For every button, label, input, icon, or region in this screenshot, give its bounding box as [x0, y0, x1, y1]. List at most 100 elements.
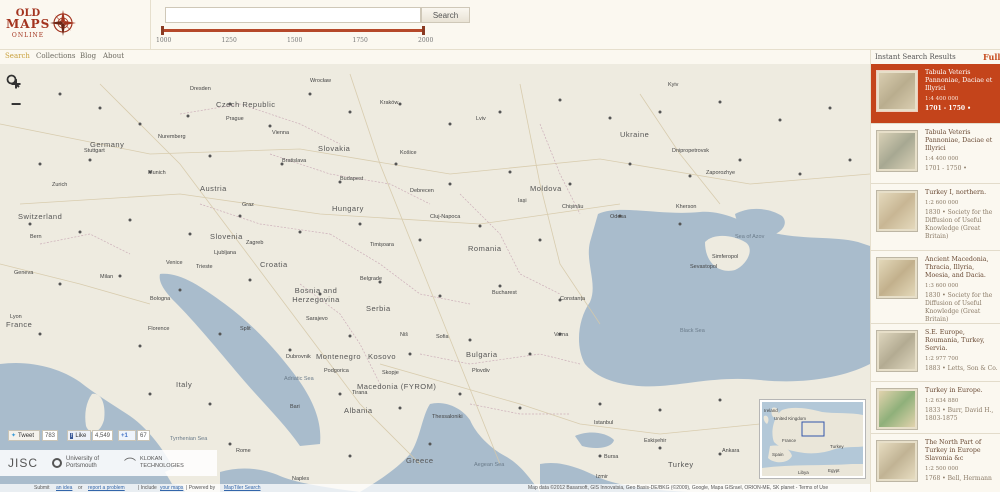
main-nav: Search Collections Blog About — [0, 50, 870, 64]
result-title[interactable]: Turkey I, northern. — [925, 189, 999, 197]
sea-label: Sea of Azov — [735, 234, 765, 240]
header-divider — [150, 0, 151, 50]
portsmouth-logo[interactable]: University of Portsmouth — [66, 456, 114, 470]
report-problem-link[interactable]: report a problem — [88, 485, 125, 491]
city-label: Podgorica — [324, 368, 349, 374]
city-label: Tirana — [352, 390, 368, 396]
partner-logos: JISC University of Portsmouth ⌒ KLOKAN T… — [0, 450, 217, 476]
search-input[interactable] — [165, 7, 421, 23]
like-button[interactable]: f Like — [67, 430, 91, 441]
result-thumbnail[interactable] — [876, 440, 918, 482]
submit-text: Submit — [34, 485, 50, 491]
result-thumbnail[interactable] — [876, 330, 918, 372]
your-maps-link[interactable]: your maps — [160, 485, 183, 491]
city-label: Split — [240, 326, 251, 332]
results-sidebar: Instant Search Results Fullte Tabula Vet… — [870, 50, 1000, 492]
city-label: Lviv — [476, 116, 486, 122]
city-label: Varna — [554, 332, 569, 338]
sea-label: Aegean Sea — [474, 462, 505, 468]
nav-collections[interactable]: Collections — [36, 52, 75, 60]
result-title[interactable]: Turkey in Europe. — [925, 387, 999, 395]
nav-about[interactable]: About — [103, 52, 124, 60]
klokan-logo[interactable]: KLOKAN TECHNOLOGIES — [140, 456, 184, 470]
city-label: Dresden — [190, 86, 211, 92]
city-label: Izmir — [596, 474, 608, 480]
nav-search[interactable]: Search — [5, 52, 30, 60]
fulltext-search-link[interactable]: Fullte — [983, 52, 1000, 62]
magnifier-icon — [6, 74, 20, 88]
result-title[interactable]: Tabula Veteris Pannoniae, Daciae et Illy… — [925, 69, 999, 93]
maptiler-link[interactable]: MapTiler Search — [224, 485, 261, 491]
result-item[interactable]: Tabula Veteris Pannoniae, Daciae et Illy… — [871, 64, 1000, 124]
timeline-tick-label: 1250 — [221, 37, 237, 44]
country-label: Serbia — [366, 304, 391, 313]
city-label: Bern — [30, 234, 42, 240]
city-label: Constanța — [560, 296, 586, 302]
facebook-icon: f — [70, 432, 74, 439]
city-label: Odesa — [610, 214, 627, 220]
compass-rose-icon — [50, 10, 76, 36]
timeline-selected-range — [162, 29, 424, 32]
submit-idea-link[interactable]: an idea — [56, 485, 72, 491]
city-label: Kherson — [676, 204, 697, 210]
result-item[interactable]: Tabula Veteris Pannoniae, Daciae et Illy… — [871, 124, 1000, 184]
city-label: Eskișehir — [644, 438, 667, 444]
map-thumbnail-icon — [879, 391, 915, 427]
result-thumbnail[interactable] — [876, 257, 918, 299]
result-item[interactable]: S.E. Europe, Roumania, Turkey, Servia. 1:… — [871, 324, 1000, 382]
result-thumbnail[interactable] — [876, 130, 918, 172]
plus-one-count: 67 — [137, 430, 150, 441]
search-button[interactable]: Search — [421, 7, 470, 23]
result-title[interactable]: Tabula Veteris Pannoniae, Daciae et Illy… — [925, 129, 999, 153]
overview-minimap[interactable]: Ireland United Kingdom France Spain Turk… — [759, 399, 866, 479]
city-label: Zagreb — [246, 240, 264, 246]
city-label: Florence — [148, 326, 170, 332]
result-item[interactable]: Turkey I, northern. 1:2 600 000 1830 • Soc… — [871, 184, 1000, 251]
minimap-label: Libya — [798, 470, 809, 475]
timeline-end-handle[interactable] — [422, 26, 425, 35]
timeline-tick-label: 2000 — [418, 37, 434, 44]
nav-blog[interactable]: Blog — [80, 52, 96, 60]
map-canvas[interactable]: Czech Republic Slovakia Ukraine Moldova … — [0, 64, 870, 492]
country-label: Hungary — [332, 204, 364, 213]
result-meta: 1830 • Society for the Diffusion of Usef… — [925, 292, 993, 323]
country-label: Turkey — [668, 460, 694, 469]
country-label: Switzerland — [18, 212, 63, 221]
city-label: Naples — [292, 476, 310, 482]
result-item[interactable]: The North Part of Turkey in Europe Slavo… — [871, 434, 1000, 492]
city-label: Graz — [242, 202, 254, 208]
result-scale: 1:2 977 700 — [925, 356, 959, 362]
city-label: Kyiv — [668, 82, 679, 88]
map-thumbnail-icon — [879, 260, 915, 296]
jisc-logo[interactable]: JISC — [8, 456, 38, 470]
city-label: Košice — [400, 150, 417, 156]
city-label: Milan — [100, 274, 114, 280]
old-maps-online-app: OLD MAPS ONLINE Search 1000 1250 1500 17… — [0, 0, 1000, 492]
country-label: Bulgaria — [466, 350, 498, 359]
result-title[interactable]: The North Part of Turkey in Europe Slavo… — [925, 439, 999, 463]
plus-one-button[interactable]: +1 — [118, 430, 136, 441]
result-item[interactable]: Ancient Macedonia, Thracia, Illyria, Moe… — [871, 251, 1000, 324]
result-scale: 1:4 400 000 — [925, 96, 959, 102]
city-label: Bursa — [604, 454, 619, 460]
city-label: Wrocław — [310, 78, 331, 84]
minimap-label: France — [782, 438, 797, 443]
result-title[interactable]: Ancient Macedonia, Thracia, Illyria, Moe… — [925, 256, 999, 280]
zoom-out-button[interactable]: − — [6, 94, 26, 114]
city-label: Rome — [236, 448, 251, 454]
result-item[interactable]: Turkey in Europe. 1:2 634 880 1833 • Burr,… — [871, 382, 1000, 434]
result-thumbnail[interactable] — [876, 388, 918, 430]
result-thumbnail[interactable] — [876, 190, 918, 232]
result-thumbnail[interactable] — [876, 70, 918, 112]
country-label: Ukraine — [620, 130, 650, 139]
time-range-slider[interactable]: 1000 1250 1500 1750 2000 — [156, 26, 434, 46]
result-meta: 1701 - 1750 • — [925, 105, 971, 112]
tweet-button[interactable]: ✦ Tweet — [8, 430, 40, 441]
city-label: Venice — [166, 260, 183, 266]
zoom-box-button[interactable] — [6, 74, 26, 134]
logo[interactable]: OLD MAPS ONLINE — [6, 4, 76, 46]
city-label: Ljubljana — [214, 250, 237, 256]
result-title[interactable]: S.E. Europe, Roumania, Turkey, Servia. — [925, 329, 999, 353]
country-label: Romania — [468, 244, 502, 253]
timeline-start-handle[interactable] — [161, 26, 164, 35]
